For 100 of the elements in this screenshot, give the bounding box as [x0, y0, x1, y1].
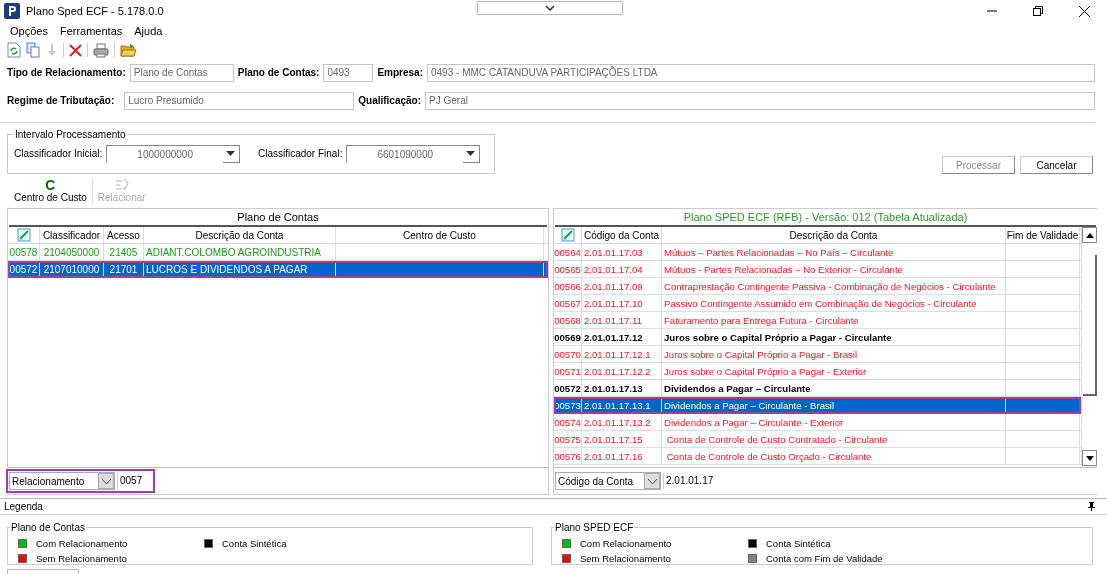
- table-row[interactable]: 00576 2.01.01.17.16 Conta de Controle de Custo Orçado - Circulante: [554, 448, 1081, 465]
- table-row[interactable]: 00569 2.01.01.17.12 Juros sobre o Capital Próprio a Pagar - Circulante: [554, 329, 1081, 346]
- refresh-icon[interactable]: [7, 42, 21, 58]
- column-header[interactable]: Código da Conta: [583, 229, 660, 241]
- column-header[interactable]: Descrição da Conta: [195, 229, 284, 241]
- table-cell: Juros sobre o Capital Próprio a Pagar - Brasil: [664, 348, 858, 360]
- table-row[interactable]: 00570 2.01.01.17.12.1 Juros sobre o Capital Próprio a Pagar - Brasil: [554, 346, 1081, 363]
- column-chooser-icon[interactable]: [16, 228, 31, 242]
- table-row[interactable]: 00565 2.01.01.17.04 Mútuos - Partes Relacionadas – No Exterior - Circulante: [554, 261, 1081, 278]
- table-cell: 21405: [109, 246, 138, 258]
- column-chooser-icon[interactable]: [560, 228, 575, 242]
- column-header[interactable]: Acesso: [107, 229, 140, 241]
- group-title: Intervalo Processamento: [13, 128, 128, 141]
- table-cell: Dividendos a Pagar – Circulante - Brasil: [664, 399, 835, 411]
- table-cell: 2.01.01.17.16: [584, 450, 643, 462]
- table-cell: 2.01.01.17.13: [584, 382, 643, 394]
- legend-label: Sem Relacionamento: [36, 553, 127, 564]
- combo-box[interactable]: 6601090000: [346, 145, 480, 162]
- pin-icon[interactable]: [1088, 502, 1095, 511]
- table-cell: 00567: [554, 297, 581, 309]
- table-cell: 2107010000: [43, 263, 100, 275]
- action-button[interactable]: Cancelar: [1020, 156, 1093, 174]
- chevron-icon: [101, 478, 111, 484]
- menu-item[interactable]: Ferramentas: [59, 25, 123, 37]
- table-cell: 2.01.01.17.09: [584, 280, 643, 292]
- column-header[interactable]: Classificador: [42, 229, 101, 241]
- table-row[interactable]: 00566 2.01.01.17.09 Contraprestação Contingente Passiva - Combinação de Negócios - Circulante: [554, 278, 1081, 295]
- legend-label: Conta Sintética: [222, 538, 287, 549]
- field-label: Classificador Inicial:: [14, 148, 103, 159]
- legend-label: Conta com Fim de Validade: [766, 553, 883, 564]
- table-cell: 00576: [554, 450, 581, 462]
- table-cell: Mútuos - Partes Relacionadas – No Exterior - Circulante: [664, 263, 903, 275]
- combo-box[interactable]: 1000000000: [106, 145, 240, 162]
- table-cell: 00569: [554, 331, 581, 343]
- legend-label: Conta Sintética: [766, 538, 831, 549]
- field-label: Regime de Tributação:: [7, 94, 115, 108]
- table-cell: Faturamento para Entrega Futura - Circulante: [664, 314, 859, 326]
- filter-combo[interactable]: Relacionamento: [9, 472, 115, 490]
- close-icon[interactable]: [1078, 5, 1090, 17]
- table-cell: 2.01.01.17.04: [584, 263, 643, 275]
- menu-item[interactable]: Opções: [10, 25, 48, 37]
- table-cell: 2.01.01.17.13.2: [584, 416, 651, 428]
- table-row[interactable]: 00568 2.01.01.17.11 Faturamento para Entrega Futura - Circulante: [554, 312, 1081, 329]
- table-cell: 00568: [554, 314, 581, 326]
- filter-field[interactable]: 0057: [117, 473, 152, 489]
- link-list-icon: [114, 178, 129, 192]
- column-header[interactable]: Fim de Validade: [1006, 229, 1079, 241]
- table-cell: 00566: [554, 280, 581, 292]
- copy-icon[interactable]: [26, 42, 41, 58]
- chevron-icon: [545, 5, 555, 11]
- text-field[interactable]: PJ Geral: [425, 92, 1095, 110]
- legend-label: Com Relacionamento: [36, 538, 128, 549]
- table-cell: Juros sobre o Capital Próprio a Pagar - Exterior: [664, 365, 867, 377]
- table-row[interactable]: 00564 2.01.01.17.03 Mútuos – Partes Relacionadas – No País – Circulante: [554, 244, 1081, 261]
- table-cell: 2.01.01.17.12: [584, 331, 643, 343]
- field-label: Plano de Contas:: [237, 66, 320, 80]
- table-cell: 2.01.01.17.10: [584, 297, 643, 309]
- folder-icon[interactable]: [120, 42, 137, 58]
- text-field[interactable]: Plano de Contas: [129, 64, 234, 82]
- scroll-up-icon[interactable]: [1085, 232, 1094, 238]
- table-cell: 2.01.01.17.11: [584, 314, 642, 326]
- table-cell: Juros sobre o Capital Próprio a Pagar - Circulante: [664, 331, 892, 343]
- text-field[interactable]: Lucro Presumido: [124, 92, 355, 110]
- table-cell: 00565: [554, 263, 581, 275]
- table-cell: 00578: [9, 246, 38, 258]
- scroll-down-icon[interactable]: [1085, 455, 1094, 461]
- filter-field[interactable]: 2.01.01.17: [663, 473, 716, 489]
- table-cell: LUCROS E DIVIDENDOS A PAGAR: [146, 263, 308, 275]
- table-cell: 00572: [9, 263, 38, 275]
- table-cell: 00571: [554, 365, 581, 377]
- filter-combo[interactable]: Código da Conta: [555, 472, 661, 490]
- table-cell: Dividendos a Pagar – Circulante - Exterior: [664, 416, 844, 428]
- column-header[interactable]: Descrição da Conta: [789, 229, 878, 241]
- window-title: Plano Sped ECF - 5.178.0.0: [26, 5, 164, 17]
- table-row[interactable]: 00571 2.01.01.17.12.2 Juros sobre o Capital Próprio a Pagar - Exterior: [554, 363, 1081, 380]
- table-cell: 2.01.01.17.12.1: [584, 348, 651, 360]
- restore-icon[interactable]: [1033, 6, 1043, 16]
- toolbar-button[interactable]: C Centro de Custo: [12, 178, 89, 203]
- group-title: Plano SPED ECF: [554, 521, 635, 534]
- text-field[interactable]: 0493: [323, 64, 374, 82]
- table-row[interactable]: 00567 2.01.01.17.10 Passivo Contingente Assumido em Combinação de Negócios - Circulante: [554, 295, 1081, 312]
- table-cell-text: Conta de Controle de Custo Contratado - Circulante: [665, 433, 888, 445]
- menu-item[interactable]: Ajuda: [134, 25, 163, 37]
- table-row[interactable]: 00572 2107010000 21701 LUCROS E DIVIDENDOS A PAGAR: [8, 261, 548, 278]
- legend-label: Com Relacionamento: [580, 538, 672, 549]
- print-icon[interactable]: [93, 42, 109, 58]
- table-row[interactable]: 00574 2.01.01.17.13.2 Dividendos a Pagar – Circulante - Exterior: [554, 414, 1081, 431]
- text-field[interactable]: 0493 - MMC CATANDUVA PARTICIPAÇÕES LTDA: [427, 64, 1095, 82]
- table-cell: Dividendos a Pagar – Circulante: [664, 382, 811, 394]
- table-row[interactable]: 00575 2.01.01.17.15 Conta de Controle de Custo Contratado - Circulante: [554, 431, 1081, 448]
- table-title: Plano de Contas: [9, 209, 547, 227]
- field-label: Tipo de Relacionamento:: [7, 66, 126, 80]
- table-cell: 00564: [554, 246, 581, 258]
- table-cell: 00575: [554, 433, 581, 445]
- table-cell: 21701: [109, 263, 138, 275]
- delete-icon[interactable]: [69, 43, 82, 57]
- scrollbar[interactable]: [1081, 227, 1097, 466]
- table-cell: 2104050000: [43, 246, 100, 258]
- column-header[interactable]: Centro de Custo: [403, 229, 476, 241]
- table-cell: 00574: [554, 416, 581, 428]
